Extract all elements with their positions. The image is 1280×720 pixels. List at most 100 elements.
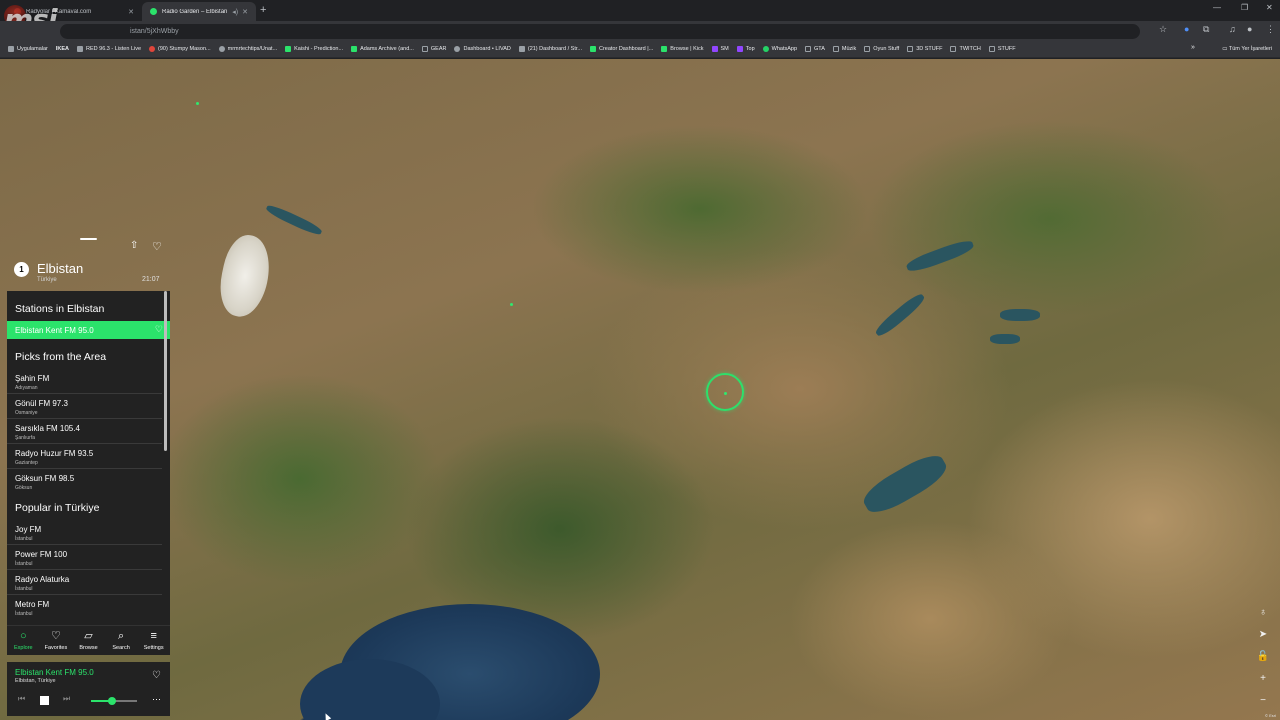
folder-icon: ▭	[1222, 46, 1229, 52]
station-item[interactable]: Power FM 100 İstanbul	[7, 545, 162, 570]
zoom-in-icon[interactable]: +	[1256, 672, 1270, 686]
maximize-icon[interactable]: ❐	[1241, 3, 1248, 12]
place-header: ⇧ ♡ 1 Elbistan Türkiye 21:07	[10, 230, 170, 290]
nav-browse[interactable]: ▱ Browse	[72, 626, 104, 655]
bookmark-item[interactable]: Kaishi - Prediction...	[285, 46, 343, 52]
bookmark-item[interactable]: Browse | Kick	[661, 46, 704, 52]
nav-settings[interactable]: ≡ Settings	[138, 626, 170, 655]
bookmark-item[interactable]: (21) Dashboard / Str...	[518, 46, 582, 52]
bookmark-item[interactable]: Top	[736, 46, 755, 52]
bookmark-item[interactable]: Dashboard • LIVAD	[454, 46, 511, 52]
nav-favorites[interactable]: ♡ Favorites	[40, 626, 72, 655]
station-item-active[interactable]: Elbistan Kent FM 95.0 ♡	[7, 321, 170, 339]
station-item[interactable]: Sarsıkla FM 105.4 Şanlıurfa	[7, 419, 162, 444]
station-dot[interactable]	[510, 303, 513, 306]
tab-close-icon[interactable]: ✕	[242, 8, 248, 16]
favorite-heart-icon[interactable]: ♡	[152, 670, 161, 681]
folder-icon	[988, 46, 995, 52]
now-playing-station[interactable]: Elbistan Kent FM 95.0	[15, 668, 94, 677]
now-playing-place[interactable]: Elbistan, Türkiye	[15, 678, 56, 684]
nav-explore[interactable]: ○ Explore	[7, 626, 39, 655]
tab-audio-icon[interactable]: ◂)	[232, 8, 238, 16]
bookmark-item[interactable]: SM	[711, 46, 729, 52]
bookmark-item[interactable]: mrmrtechtips/Unat...	[218, 46, 277, 52]
zoom-out-icon[interactable]: −	[1256, 694, 1270, 708]
bookmark-favicon-icon	[77, 46, 84, 52]
locate-icon[interactable]: ➤	[1256, 628, 1270, 642]
browser-menu-icon[interactable]: ⋮	[1266, 24, 1275, 35]
folder-icon	[805, 46, 812, 52]
bookmark-folder[interactable]: 3D STUFF	[907, 46, 942, 52]
station-city: Şanlıurfa	[15, 435, 36, 441]
panel-scrollbar[interactable]	[164, 291, 167, 451]
reservoir	[858, 448, 952, 520]
bookmark-favicon-icon	[454, 46, 461, 52]
folder-icon	[421, 46, 428, 52]
now-playing-bar: Elbistan Kent FM 95.0 Elbistan, Türkiye …	[7, 662, 170, 716]
address-bar[interactable]: istan/5jXhWbby	[60, 24, 1140, 39]
stop-button[interactable]	[40, 696, 49, 705]
bookmark-item[interactable]: (90) Stumpy Mason...	[149, 46, 211, 52]
lock-icon[interactable]: 🔓	[1256, 650, 1270, 664]
bookmark-item[interactable]: Creator Dashboard |...	[589, 46, 653, 52]
satellite-map[interactable]: © Esri	[0, 59, 1280, 720]
reservoir	[990, 334, 1020, 344]
minimize-icon[interactable]: —	[1213, 3, 1221, 12]
more-options-icon[interactable]: ⋯	[152, 694, 161, 705]
station-item[interactable]: Gönül FM 97.3 Osmaniye	[7, 394, 162, 419]
bookmark-item[interactable]: RED 96.3 - Listen Live	[77, 46, 141, 52]
bookmark-folder[interactable]: STUFF	[988, 46, 1016, 52]
bookmark-folder[interactable]: GTA	[805, 46, 825, 52]
bookmark-folder[interactable]: Müzik	[832, 46, 856, 52]
location-ring	[706, 373, 744, 411]
station-city: İstanbul	[15, 586, 33, 592]
bookmark-item[interactable]: WhatsApp	[762, 46, 797, 52]
bookmark-star-icon[interactable]: ☆	[1159, 24, 1167, 35]
volume-knob[interactable]	[107, 697, 116, 705]
new-tab-button[interactable]: +	[260, 4, 266, 16]
bookmark-item[interactable]: Adams Archive (and...	[351, 46, 414, 52]
extension-icon[interactable]: ●	[1184, 24, 1189, 34]
station-item[interactable]: Metro FM İstanbul	[7, 595, 162, 620]
bookmark-item[interactable]: Uygulamalar	[8, 46, 48, 52]
extensions-puzzle-icon[interactable]: ⧉	[1203, 24, 1209, 35]
station-item[interactable]: Şahin FM Adıyaman	[7, 369, 162, 394]
station-name: Joy FM	[15, 525, 42, 534]
station-city: İstanbul	[15, 611, 33, 617]
next-icon[interactable]: ⏭	[63, 694, 70, 704]
explore-icon: ○	[19, 630, 27, 642]
station-item[interactable]: Göksun FM 98.5 Göksun	[7, 469, 162, 494]
share-icon[interactable]: ⇧	[130, 240, 140, 252]
station-name: Power FM 100	[15, 550, 68, 559]
bookmark-favicon-icon	[518, 46, 525, 52]
tab-radio-garden[interactable]: Radio Garden – Elbistan ◂) ✕	[142, 2, 256, 21]
close-window-icon[interactable]: ✕	[1266, 3, 1273, 12]
bookmark-item[interactable]: IKEA	[56, 46, 69, 52]
tab-close-icon[interactable]: ✕	[128, 8, 134, 16]
drag-handle[interactable]	[80, 238, 97, 240]
profile-avatar-icon[interactable]: ●	[1247, 24, 1252, 34]
station-item[interactable]: Radyo Alaturka İstanbul	[7, 570, 162, 595]
previous-icon[interactable]: ⏮	[18, 694, 25, 704]
nav-search[interactable]: ⌕ Search	[105, 626, 137, 655]
favorite-place-heart-icon[interactable]: ♡	[152, 240, 162, 253]
station-item[interactable]: Radyo Huzur FM 93.5 Gaziantep	[7, 444, 162, 469]
place-local-time: 21:07	[142, 276, 160, 283]
volume-slider[interactable]	[91, 697, 137, 705]
folder-icon	[907, 46, 914, 52]
tab-favicon-icon	[150, 8, 157, 15]
bookmark-folder[interactable]: Oyun Stuff	[864, 46, 899, 52]
globe-pin-icon[interactable]: ♁	[1256, 606, 1270, 620]
bookmark-folder[interactable]: TWITCH	[950, 46, 981, 52]
bookmark-folder[interactable]: GEAR	[421, 46, 446, 52]
station-dot[interactable]	[196, 102, 199, 105]
station-list-panel: Stations in Elbistan Elbistan Kent FM 95…	[7, 291, 170, 625]
media-control-icon[interactable]: ♫	[1229, 24, 1236, 34]
bookmarks-overflow-icon[interactable]: »	[1191, 44, 1195, 51]
heart-icon[interactable]: ♡	[155, 324, 163, 335]
station-city: Adıyaman	[15, 385, 38, 391]
apps-icon	[8, 46, 14, 52]
twitch-icon	[711, 46, 718, 52]
station-item[interactable]: Joy FM İstanbul	[7, 520, 162, 545]
all-bookmarks[interactable]: ▭ Tüm Yer İşaretleri	[1222, 46, 1272, 52]
